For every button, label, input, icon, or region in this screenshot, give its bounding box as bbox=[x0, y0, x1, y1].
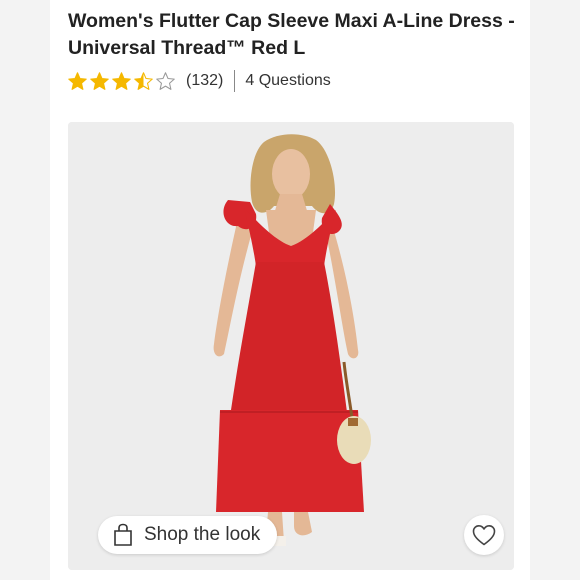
product-image-card[interactable]: Shop the look bbox=[68, 122, 514, 570]
product-page: Women's Flutter Cap Sleeve Maxi A-Line D… bbox=[50, 0, 530, 580]
star-rating[interactable] bbox=[67, 71, 176, 92]
star-empty-icon bbox=[156, 71, 175, 90]
star-full-icon bbox=[112, 71, 131, 90]
divider bbox=[234, 70, 236, 92]
product-title: Women's Flutter Cap Sleeve Maxi A-Line D… bbox=[68, 10, 515, 59]
heart-icon bbox=[472, 525, 496, 546]
star-full-icon bbox=[90, 71, 109, 90]
questions-link[interactable]: 4 Questions bbox=[245, 72, 330, 90]
shop-the-look-label: Shop the look bbox=[144, 524, 261, 545]
favorite-button[interactable] bbox=[464, 515, 504, 555]
shopping-bag-icon bbox=[114, 523, 132, 546]
star-full-icon bbox=[68, 71, 87, 90]
rating-row[interactable]: (132) 4 Questions bbox=[67, 68, 331, 94]
shop-the-look-button[interactable]: Shop the look bbox=[98, 516, 277, 554]
product-photo bbox=[68, 122, 514, 570]
review-count[interactable]: (132) bbox=[186, 72, 223, 90]
star-half-icon bbox=[134, 71, 153, 90]
